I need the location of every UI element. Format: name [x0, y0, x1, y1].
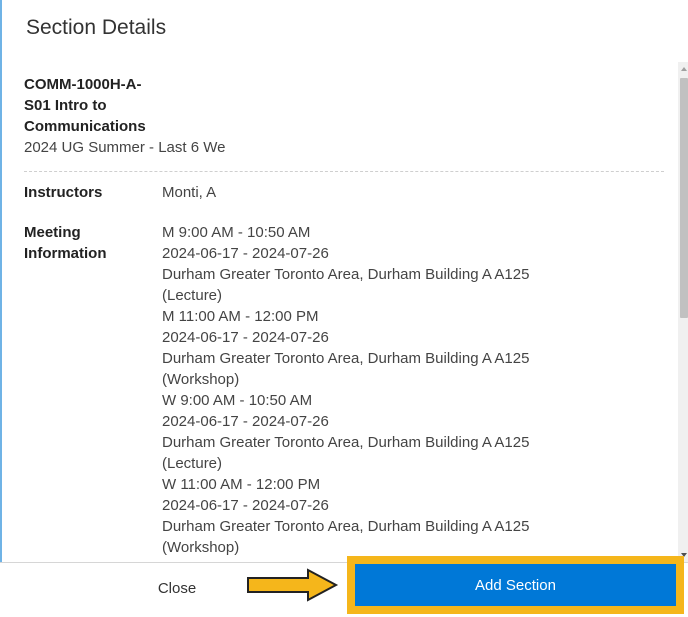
meeting-line: (Lecture): [162, 287, 223, 304]
meeting-line: (Workshop): [162, 371, 240, 388]
meeting-line: Durham Greater Toronto Area, Durham Buil…: [162, 518, 530, 535]
add-section-button[interactable]: Add Section: [355, 564, 676, 606]
course-header: COMM-1000H-A- S01 Intro to Communication…: [24, 74, 664, 158]
scroll-thumb[interactable]: [680, 78, 688, 318]
meeting-line: (Lecture): [162, 455, 223, 472]
scroll-up-icon[interactable]: [681, 67, 687, 71]
course-code-line: Communications: [24, 118, 146, 135]
dialog-title: Section Details: [26, 16, 167, 39]
meeting-line: (Workshop): [162, 539, 240, 556]
meeting-label-line: Information: [24, 245, 107, 262]
meeting-line: 2024-06-17 - 2024-07-26: [162, 245, 329, 262]
content-scrollbar[interactable]: [678, 62, 688, 562]
meeting-line: M 9:00 AM - 10:50 AM: [162, 224, 311, 241]
meeting-line: 2024-06-17 - 2024-07-26: [162, 329, 329, 346]
instructors-value: Monti, A: [162, 184, 217, 201]
meeting-info: M 9:00 AM - 10:50 AM 2024-06-17 - 2024-0…: [162, 222, 622, 558]
meeting-line: Durham Greater Toronto Area, Durham Buil…: [162, 434, 530, 451]
meeting-line: W 9:00 AM - 10:50 AM: [162, 392, 313, 409]
meeting-line: W 11:00 AM - 12:00 PM: [162, 476, 321, 493]
meeting-label: Meeting Information: [24, 222, 154, 264]
divider: [24, 171, 664, 173]
meeting-line: Durham Greater Toronto Area, Durham Buil…: [162, 266, 530, 283]
section-details-dialog: Section Details COMM-1000H-A- S01 Intro …: [0, 0, 688, 616]
meeting-line: M 11:00 AM - 12:00 PM: [162, 308, 319, 325]
meeting-line: Durham Greater Toronto Area, Durham Buil…: [162, 350, 530, 367]
meeting-line: 2024-06-17 - 2024-07-26: [162, 413, 329, 430]
meeting-label-line: Meeting: [24, 224, 81, 241]
meeting-line: 2024-06-17 - 2024-07-26: [162, 497, 329, 514]
course-term: 2024 UG Summer - Last 6 We: [24, 139, 226, 156]
instructors-label: Instructors: [24, 184, 103, 201]
course-code-line: COMM-1000H-A-: [24, 76, 142, 93]
arrow-right-icon: [247, 568, 339, 602]
course-title: COMM-1000H-A- S01 Intro to Communication…: [24, 74, 184, 137]
course-code-line: S01 Intro to: [24, 97, 107, 114]
